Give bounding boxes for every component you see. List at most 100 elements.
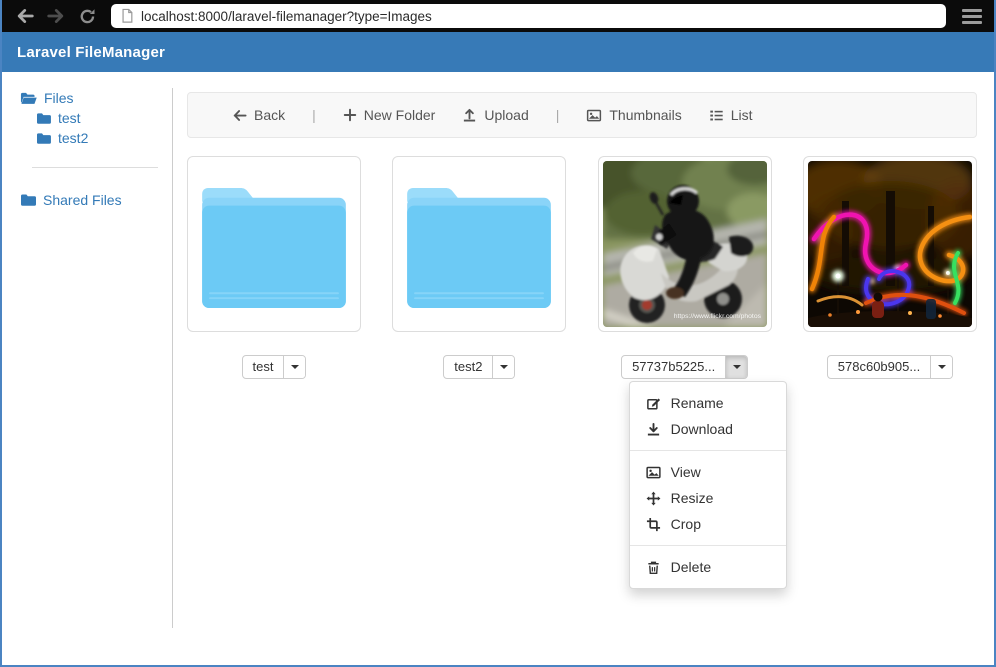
browser-refresh-button[interactable]: [76, 5, 98, 27]
item-context-menu: Rename Download: [629, 381, 787, 589]
hamburger-menu-icon: [962, 9, 982, 12]
menu-item-resize[interactable]: Resize: [630, 485, 786, 511]
menu-item-label: Crop: [671, 515, 701, 533]
grid-cell-image-2: 578c60b905...: [803, 156, 977, 379]
upload-button[interactable]: Upload: [462, 107, 528, 123]
folder-icon: [36, 112, 51, 125]
list-button[interactable]: List: [709, 107, 753, 123]
menu-item-label: Delete: [671, 558, 711, 576]
item-name-button[interactable]: test2: [443, 355, 515, 379]
sidebar-divider: [32, 167, 158, 168]
menu-item-download[interactable]: Download: [630, 416, 786, 442]
caret-down-icon: [500, 365, 508, 369]
folder-icon: [20, 193, 36, 207]
item-name-button[interactable]: test: [242, 355, 307, 379]
toolbar-separator: |: [312, 107, 316, 123]
menu-divider: [630, 450, 786, 451]
back-label: Back: [254, 107, 285, 123]
upload-icon: [462, 108, 477, 123]
item-name-label: 578c60b905...: [828, 356, 930, 378]
sidebar-item-label: test: [58, 110, 81, 126]
upload-label: Upload: [484, 107, 528, 123]
trash-icon: [646, 560, 661, 575]
item-name-label: test2: [444, 356, 492, 378]
item-name-label: 57737b5225...: [622, 356, 725, 378]
sidebar-item-label: Files: [44, 90, 74, 106]
app-header: Laravel FileManager: [2, 32, 994, 72]
back-arrow-icon: [232, 108, 247, 123]
page-icon: [120, 8, 134, 24]
folder-card-test[interactable]: [187, 156, 361, 332]
address-bar[interactable]: localhost:8000/laravel-filemanager?type=…: [111, 4, 946, 28]
item-dropdown-toggle[interactable]: [930, 356, 952, 378]
image-icon: [646, 465, 661, 480]
caret-down-icon: [291, 365, 299, 369]
sidebar-item-files[interactable]: Files: [20, 88, 172, 108]
folder-thumbnail-icon: [200, 186, 348, 310]
caret-down-icon: [733, 365, 741, 369]
item-name-button[interactable]: 57737b5225...: [621, 355, 748, 379]
light-painting-photo-thumbnail: [808, 161, 972, 327]
toolbar-separator: |: [556, 107, 560, 123]
list-icon: [709, 108, 724, 123]
sidebar-item-shared-files[interactable]: Shared Files: [20, 190, 172, 210]
sidebar-main-divider: [172, 88, 173, 628]
back-button[interactable]: Back: [232, 107, 285, 123]
browser-toolbar: localhost:8000/laravel-filemanager?type=…: [2, 0, 994, 32]
app-title: Laravel FileManager: [17, 44, 165, 61]
menu-item-label: View: [671, 463, 701, 481]
new-folder-label: New Folder: [364, 107, 436, 123]
list-label: List: [731, 107, 753, 123]
sidebar-item-test2[interactable]: test2: [36, 128, 172, 148]
url-text: localhost:8000/laravel-filemanager?type=…: [141, 9, 432, 24]
menu-item-label: Rename: [671, 394, 724, 412]
folder-card-test2[interactable]: [392, 156, 566, 332]
file-grid: test: [187, 156, 977, 379]
main-panel: Back | New Folder Upload | Thumbnails: [187, 92, 977, 379]
sidebar: Files test test2 Shared Files: [2, 72, 172, 210]
image-card-motorcycle[interactable]: https://www.flickr.com/photos: [598, 156, 772, 332]
back-arrow-icon: [16, 7, 34, 25]
motorcycle-photo-thumbnail: https://www.flickr.com/photos: [603, 161, 767, 327]
photo-watermark: https://www.flickr.com/photos: [673, 313, 761, 320]
image-card-light-painting[interactable]: [803, 156, 977, 332]
item-dropdown-toggle[interactable]: [492, 356, 514, 378]
download-icon: [646, 422, 661, 437]
thumbnails-button[interactable]: Thumbnails: [586, 107, 681, 123]
item-dropdown-toggle[interactable]: [283, 356, 305, 378]
resize-icon: [646, 491, 661, 506]
browser-forward-button[interactable]: [45, 5, 67, 27]
menu-item-rename[interactable]: Rename: [630, 390, 786, 416]
menu-item-view[interactable]: View: [630, 459, 786, 485]
sidebar-item-label: Shared Files: [43, 192, 122, 208]
sidebar-item-label: test2: [58, 130, 88, 146]
file-toolbar: Back | New Folder Upload | Thumbnails: [187, 92, 977, 138]
image-icon: [586, 108, 602, 123]
item-dropdown-toggle[interactable]: [725, 356, 747, 378]
edit-icon: [646, 396, 661, 411]
item-name-label: test: [243, 356, 284, 378]
plus-icon: [343, 108, 357, 122]
menu-item-crop[interactable]: Crop: [630, 511, 786, 537]
item-name-button[interactable]: 578c60b905...: [827, 355, 953, 379]
crop-icon: [646, 517, 661, 532]
content-area: Files test test2 Shared Files: [2, 72, 994, 667]
new-folder-button[interactable]: New Folder: [343, 107, 436, 123]
grid-cell-folder-test: test: [187, 156, 361, 379]
browser-back-button[interactable]: [14, 5, 36, 27]
grid-cell-image-1: https://www.flickr.com/photos 57737b5225…: [598, 156, 772, 379]
browser-window: localhost:8000/laravel-filemanager?type=…: [0, 0, 996, 667]
folder-thumbnail-icon: [405, 186, 553, 310]
thumbnails-label: Thumbnails: [609, 107, 681, 123]
sidebar-item-test[interactable]: test: [36, 108, 172, 128]
menu-item-label: Download: [671, 420, 733, 438]
menu-divider: [630, 545, 786, 546]
caret-down-icon: [938, 365, 946, 369]
refresh-icon: [79, 8, 96, 25]
grid-cell-folder-test2: test2: [392, 156, 566, 379]
forward-arrow-icon: [47, 7, 65, 25]
menu-item-delete[interactable]: Delete: [630, 554, 786, 580]
folder-icon: [36, 132, 51, 145]
folder-open-icon: [20, 91, 37, 106]
browser-menu-button[interactable]: [962, 9, 982, 24]
